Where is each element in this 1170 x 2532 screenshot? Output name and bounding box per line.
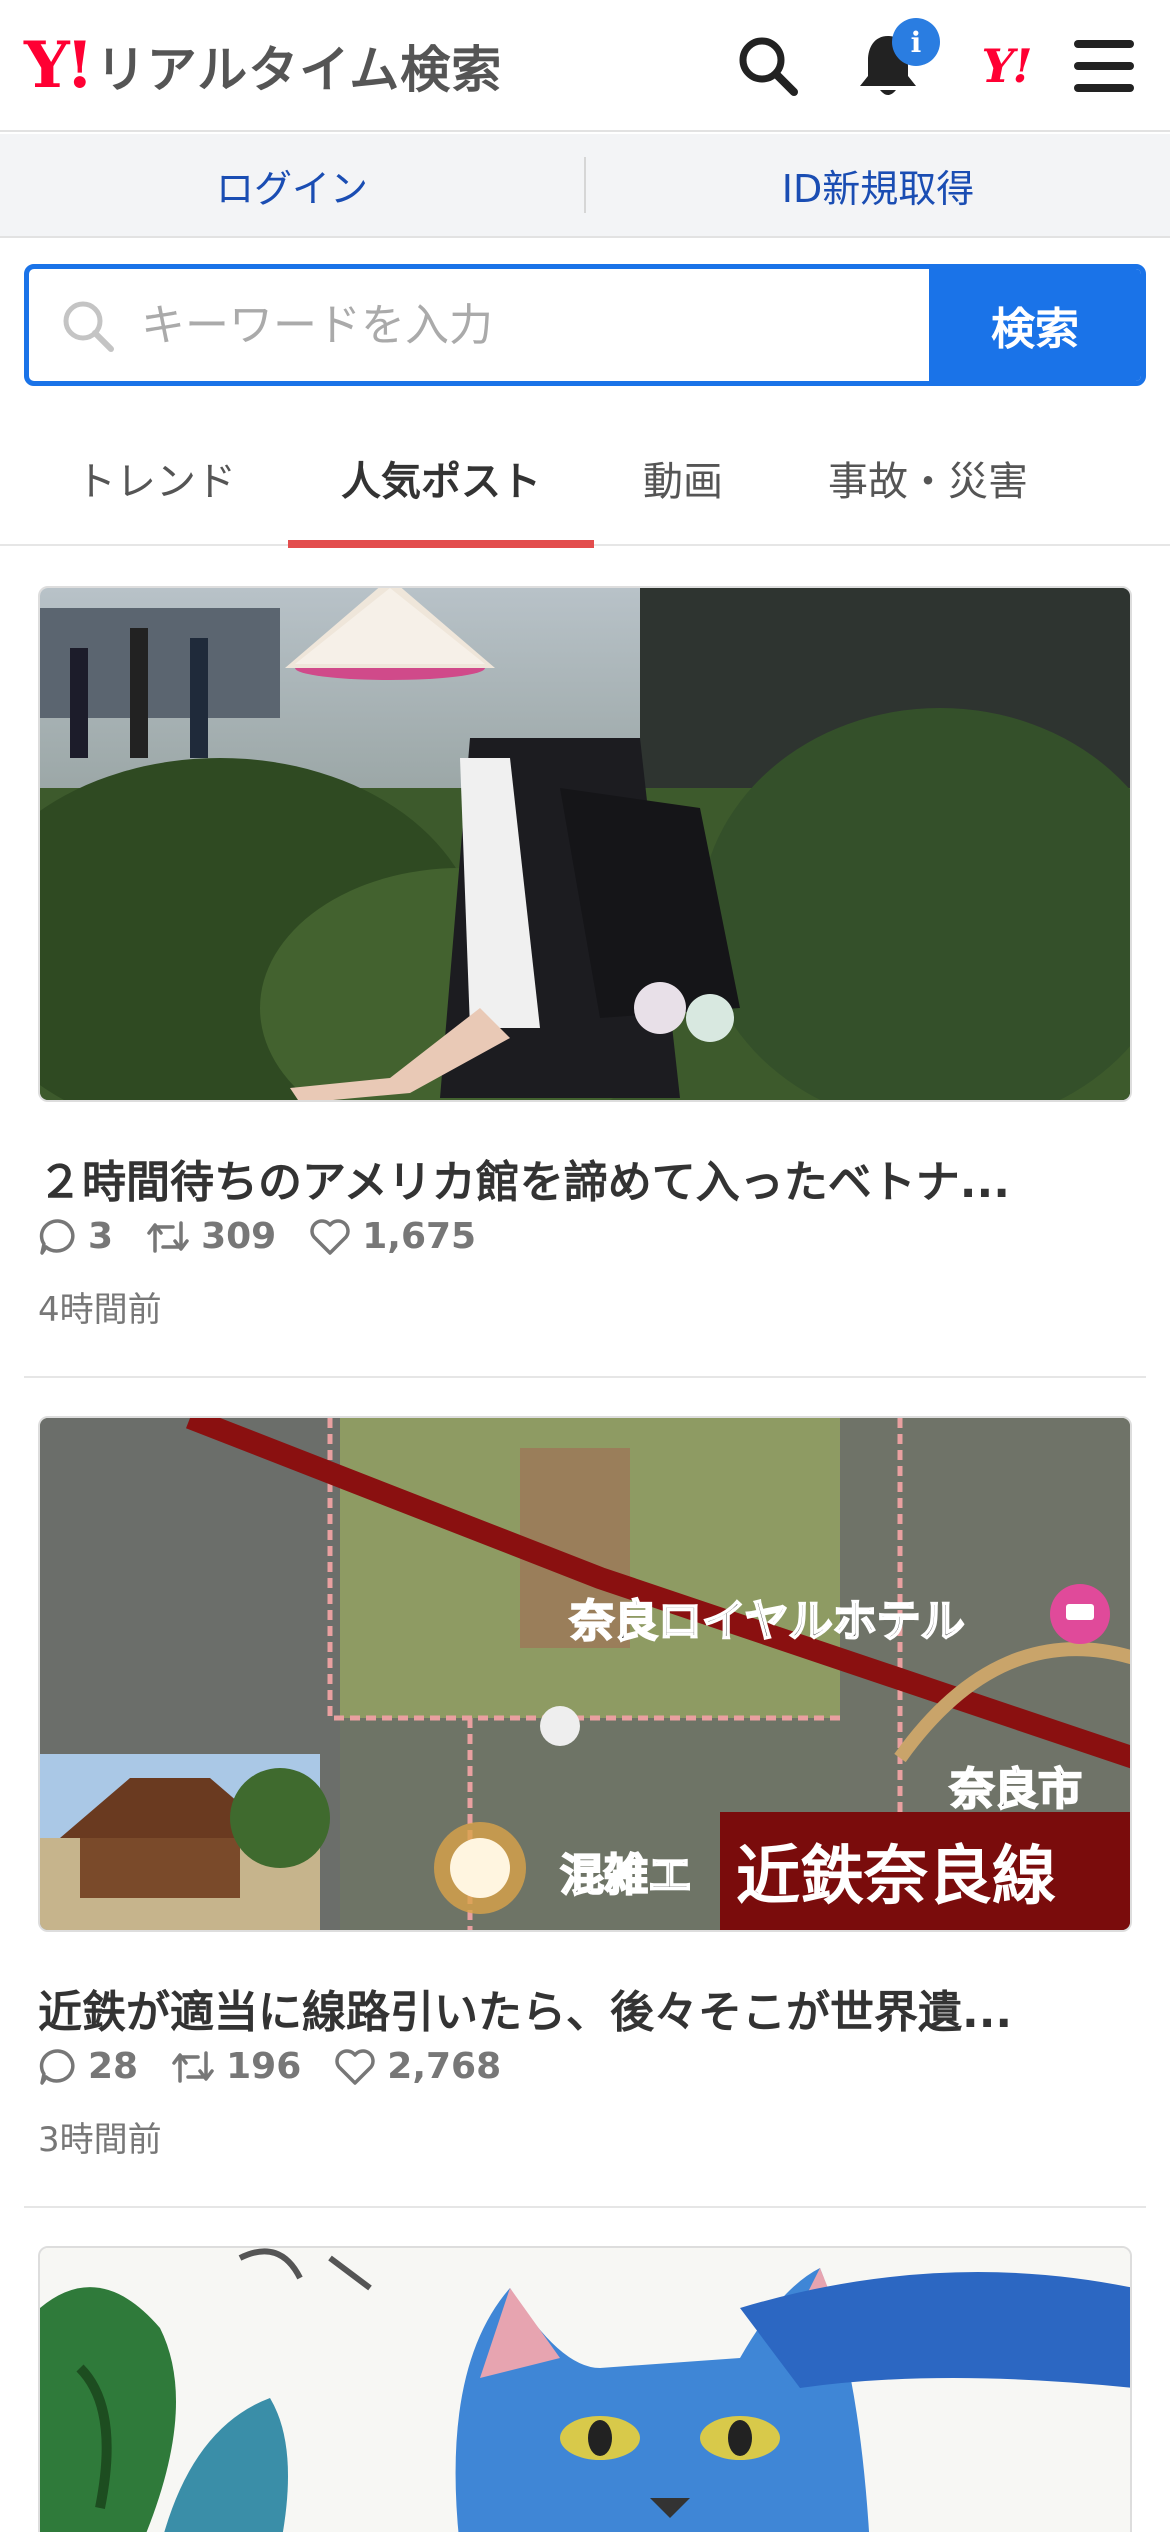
logo-text: リアルタイム検索: [95, 41, 503, 99]
search-icon[interactable]: [726, 24, 810, 108]
post-divider: [24, 1376, 1146, 1378]
search-field: [29, 269, 929, 381]
like-count[interactable]: 2,768: [333, 2046, 501, 2087]
post-timestamp: 4時間前: [38, 1290, 162, 1330]
post-card[interactable]: [24, 2246, 1146, 2532]
map-line-label: 近鉄奈良線: [736, 1840, 1056, 1914]
post-card[interactable]: ２時間待ちのアメリカ館を諦めて入ったベトナ... 3 309 1,675 4時間…: [24, 586, 1146, 1376]
tab-video[interactable]: 動画: [610, 410, 756, 546]
post-title[interactable]: 近鉄が適当に線路引いたら、後々そこが世界遺...: [38, 1976, 1132, 2040]
hamburger-menu-icon[interactable]: [1062, 24, 1146, 108]
heart-icon: [335, 2048, 375, 2085]
notification-badge: i: [892, 18, 940, 66]
notification-bell-icon[interactable]: i: [846, 18, 940, 108]
repost-count[interactable]: 309: [145, 1216, 276, 1257]
map-kintetsu-nara-line: 近鉄奈良線 奈良ロイヤルホテル 混雑エ 奈良市: [40, 1418, 1130, 1930]
photo-visitor-with-conical-hat: [40, 588, 1130, 1100]
logo-mark: Y!: [24, 28, 94, 103]
search-form: 検索: [24, 264, 1146, 386]
account-bar: ログイン ID新規取得: [0, 134, 1170, 238]
like-count[interactable]: 1,675: [308, 1216, 476, 1257]
tab-popular-posts[interactable]: 人気ポスト: [288, 410, 594, 548]
post-card[interactable]: 近鉄奈良線 奈良ロイヤルホテル 混雑エ 奈良市 近鉄が適当に線路引いたら、後々そ…: [24, 1416, 1146, 2206]
repost-icon: [147, 1220, 189, 1253]
post-stats: 3 309 1,675: [38, 1216, 508, 1257]
map-congestion-label: 混雑エ: [560, 1850, 692, 1901]
reply-count[interactable]: 3: [38, 1216, 113, 1257]
post-stats: 28 196 2,768: [38, 2046, 533, 2087]
search-field-icon: [63, 301, 114, 352]
reply-icon: [39, 2048, 75, 2085]
post-divider: [24, 2206, 1146, 2208]
heart-icon: [310, 1218, 350, 1255]
login-link[interactable]: ログイン: [0, 158, 584, 213]
post-timestamp: 3時間前: [38, 2120, 162, 2160]
yahoo-realtime-logo[interactable]: Y! リアルタイム検索: [24, 26, 502, 106]
search-button[interactable]: 検索: [929, 269, 1141, 381]
map-city-label: 奈良市: [949, 1764, 1082, 1815]
app-header: Y! リアルタイム検索 i Y!: [0, 0, 1170, 132]
reply-count[interactable]: 28: [38, 2046, 138, 2087]
repost-icon: [172, 2050, 214, 2083]
yahoo-home-icon[interactable]: Y!: [964, 24, 1048, 108]
drawing-blue-cat: [40, 2248, 1130, 2532]
map-hotel-label: 奈良ロイヤルホテル: [569, 1596, 965, 1647]
post-thumbnail[interactable]: [38, 2246, 1132, 2532]
post-thumbnail[interactable]: 近鉄奈良線 奈良ロイヤルホテル 混雑エ 奈良市: [38, 1416, 1132, 1932]
register-id-link[interactable]: ID新規取得: [586, 158, 1170, 213]
category-tabs: トレンド 人気ポスト 動画 事故・災害: [0, 410, 1170, 548]
post-title[interactable]: ２時間待ちのアメリカ館を諦めて入ったベトナ...: [38, 1146, 1132, 1210]
tab-accident-disaster[interactable]: 事故・災害: [780, 410, 1076, 546]
reply-icon: [39, 1218, 75, 1255]
repost-count[interactable]: 196: [170, 2046, 301, 2087]
tab-trend[interactable]: トレンド: [40, 410, 272, 546]
search-input[interactable]: [141, 299, 841, 351]
post-thumbnail[interactable]: [38, 586, 1132, 1102]
